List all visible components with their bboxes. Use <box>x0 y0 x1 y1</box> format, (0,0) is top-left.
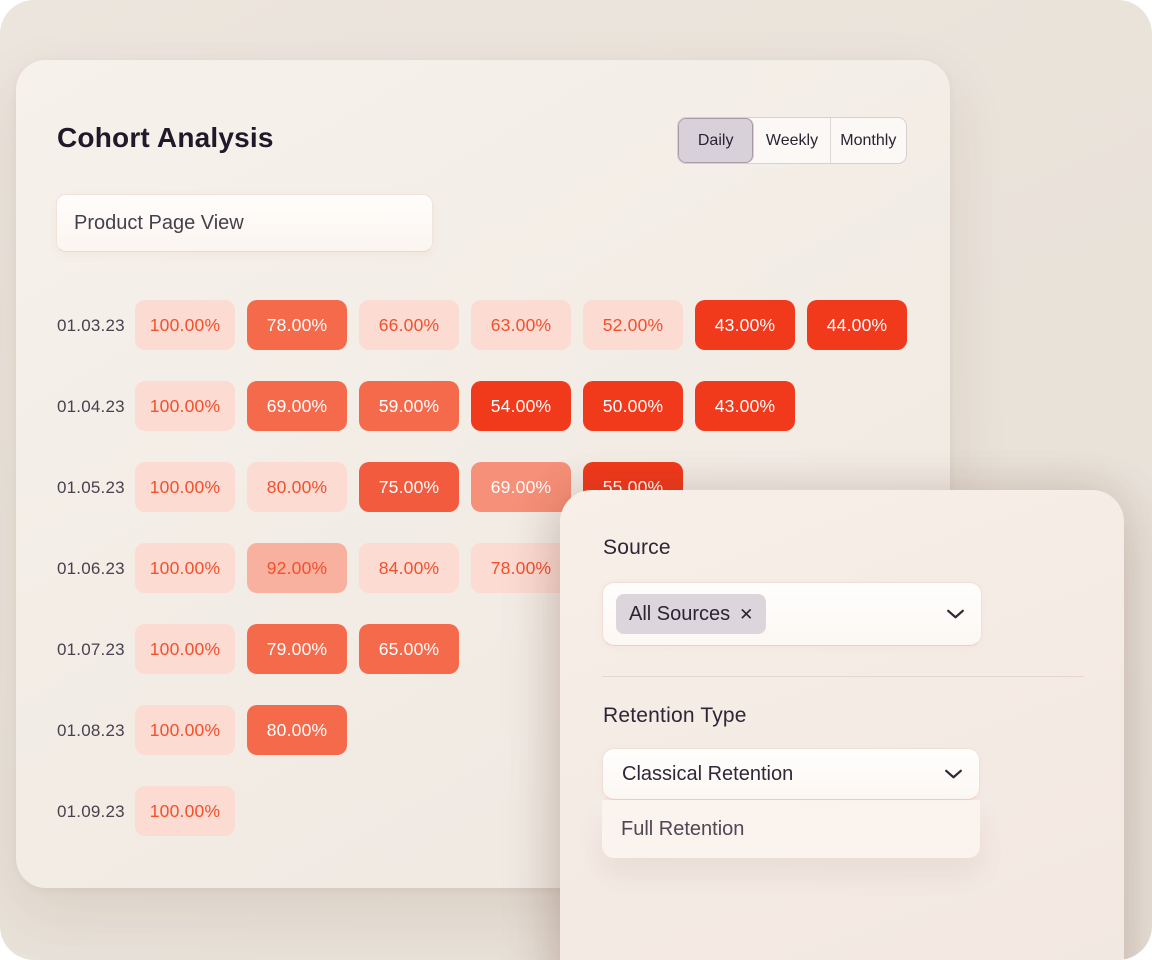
retention-type-selected-value: Classical Retention <box>622 763 793 786</box>
retention-cell[interactable]: 100.00% <box>135 624 235 674</box>
retention-cell[interactable]: 50.00% <box>583 381 683 431</box>
cohort-date-label: 01.03.23 <box>57 316 125 336</box>
retention-cell[interactable]: 66.00% <box>359 300 459 350</box>
toggle-option-daily[interactable]: Daily <box>678 118 754 163</box>
retention-cell[interactable]: 79.00% <box>247 624 347 674</box>
retention-cell[interactable]: 54.00% <box>471 381 571 431</box>
retention-cell[interactable]: 100.00% <box>135 786 235 836</box>
retention-cell[interactable]: 80.00% <box>247 462 347 512</box>
retention-cell[interactable]: 78.00% <box>247 300 347 350</box>
retention-type-section-label: Retention Type <box>603 704 747 728</box>
retention-type-option[interactable]: Full Retention <box>602 800 980 858</box>
retention-cell[interactable]: 69.00% <box>471 462 571 512</box>
retention-cell[interactable]: 44.00% <box>807 300 907 350</box>
retention-cell[interactable]: 100.00% <box>135 462 235 512</box>
retention-cell[interactable]: 80.00% <box>247 705 347 755</box>
retention-cell[interactable]: 43.00% <box>695 381 795 431</box>
chip-remove-icon[interactable]: ✕ <box>739 606 753 623</box>
source-section-label: Source <box>603 536 671 560</box>
retention-cell[interactable]: 84.00% <box>359 543 459 593</box>
toggle-option-monthly[interactable]: Monthly <box>831 118 906 163</box>
cohort-row: 01.04.23 100.00%69.00%59.00%54.00%50.00%4… <box>16 381 950 431</box>
retention-type-select-field[interactable]: Classical Retention <box>602 748 980 800</box>
app-background: Cohort Analysis DailyWeeklyMonthly Produ… <box>0 0 1152 960</box>
cohort-date-label: 01.07.23 <box>57 640 125 660</box>
page-title: Cohort Analysis <box>57 122 274 154</box>
retention-cell[interactable]: 69.00% <box>247 381 347 431</box>
retention-cell[interactable]: 100.00% <box>135 705 235 755</box>
source-select-field[interactable]: All Sources ✕ <box>602 582 982 646</box>
section-divider <box>602 676 1084 677</box>
toggle-option-weekly[interactable]: Weekly <box>754 118 830 163</box>
retention-cell[interactable]: 75.00% <box>359 462 459 512</box>
retention-cell[interactable]: 100.00% <box>135 300 235 350</box>
cohort-row: 01.03.23100.00%78.00%66.00%63.00%52.00%4… <box>16 300 950 350</box>
retention-cell[interactable]: 100.00% <box>135 381 235 431</box>
cohort-date-label: 01.08.23 <box>57 721 125 741</box>
cohort-date-label: 01.04.23 <box>57 397 125 417</box>
retention-cell[interactable]: 52.00% <box>583 300 683 350</box>
retention-cell[interactable]: 63.00% <box>471 300 571 350</box>
event-selector-field[interactable]: Product Page View <box>56 194 433 252</box>
view-granularity-toggle: DailyWeeklyMonthly <box>677 117 907 164</box>
source-chip[interactable]: All Sources ✕ <box>616 594 766 634</box>
retention-cell[interactable]: 78.00% <box>471 543 571 593</box>
retention-type-dropdown-list: Full Retention <box>602 800 980 858</box>
cohort-date-label: 01.06.23 <box>57 559 125 579</box>
chevron-down-icon <box>944 769 963 780</box>
cohort-date-label: 01.09.23 <box>57 802 125 822</box>
retention-cell[interactable]: 59.00% <box>359 381 459 431</box>
chevron-down-icon <box>946 609 965 620</box>
retention-cell[interactable]: 92.00% <box>247 543 347 593</box>
filters-panel: Source All Sources ✕ Retention Type Clas… <box>560 490 1124 960</box>
retention-cell[interactable]: 65.00% <box>359 624 459 674</box>
retention-cell[interactable]: 43.00% <box>695 300 795 350</box>
cohort-date-label: 01.05.23 <box>57 478 125 498</box>
event-selector-value: Product Page View <box>74 212 244 235</box>
source-chip-label: All Sources <box>629 603 730 626</box>
retention-cell[interactable]: 100.00% <box>135 543 235 593</box>
